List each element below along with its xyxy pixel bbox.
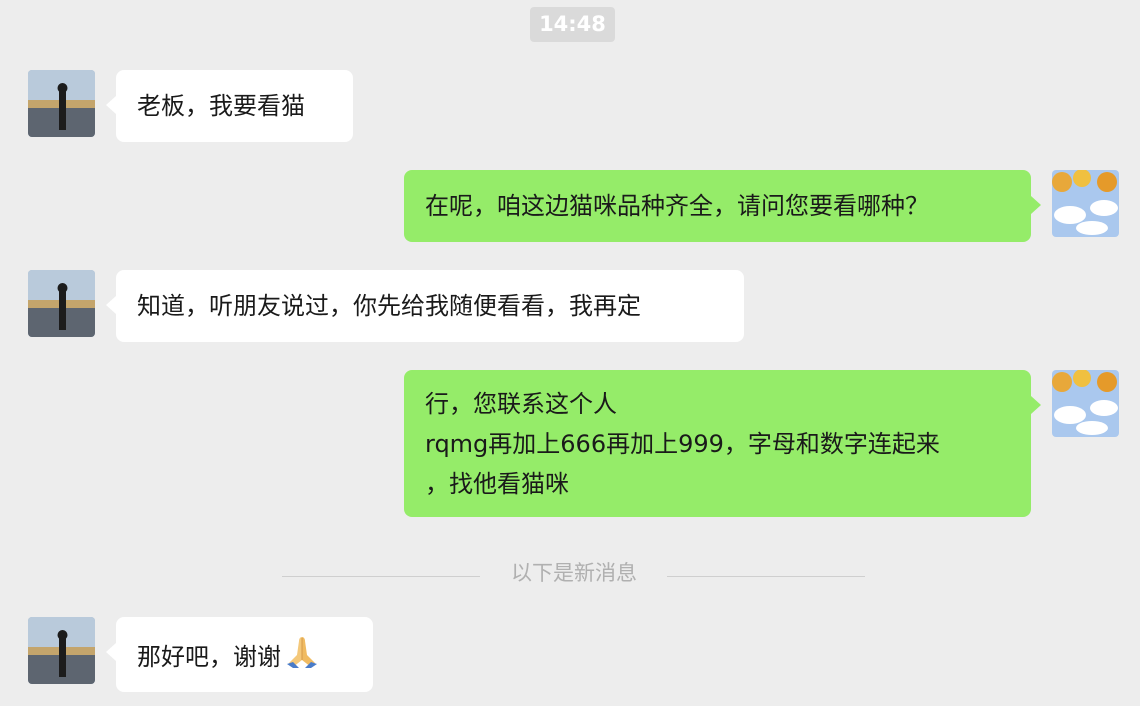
message-bubble-incoming[interactable]: 老板，我要看猫: [106, 70, 353, 142]
divider-line-left: [282, 576, 480, 577]
timestamp-badge: 14:48: [530, 7, 615, 42]
message-text-line: 行，您联系这个人: [425, 390, 617, 418]
message-text-line: rqmg再加上666再加上999，字母和数字连起来: [425, 430, 940, 458]
folded-hands-icon: [283, 633, 321, 683]
message-bubble-outgoing[interactable]: 在呢，咱这边猫咪品种齐全，请问您要看哪种？: [404, 170, 1041, 242]
message-bubble-incoming[interactable]: 那好吧，谢谢: [106, 617, 373, 692]
self-avatar[interactable]: [1052, 170, 1119, 237]
self-avatar[interactable]: [1052, 370, 1119, 437]
message-text: 在呢，咱这边猫咪品种齐全，请问您要看哪种？: [425, 192, 929, 220]
message-text: 知道，听朋友说过，你先给我随便看看，我再定: [137, 292, 641, 320]
contact-avatar[interactable]: [28, 270, 95, 337]
contact-avatar[interactable]: [28, 70, 95, 137]
message-bubble-incoming[interactable]: 知道，听朋友说过，你先给我随便看看，我再定: [106, 270, 744, 342]
message-text: 那好吧，谢谢: [137, 643, 281, 671]
message-text-line: ，找他看猫咪: [425, 470, 569, 498]
message-bubble-outgoing[interactable]: 行，您联系这个人 rqmg再加上666再加上999，字母和数字连起来 ，找他看猫…: [404, 370, 1041, 517]
divider-line-right: [667, 576, 865, 577]
contact-avatar[interactable]: [28, 617, 95, 684]
message-text: 老板，我要看猫: [137, 92, 305, 120]
new-messages-divider: 以下是新消息: [511, 561, 637, 585]
